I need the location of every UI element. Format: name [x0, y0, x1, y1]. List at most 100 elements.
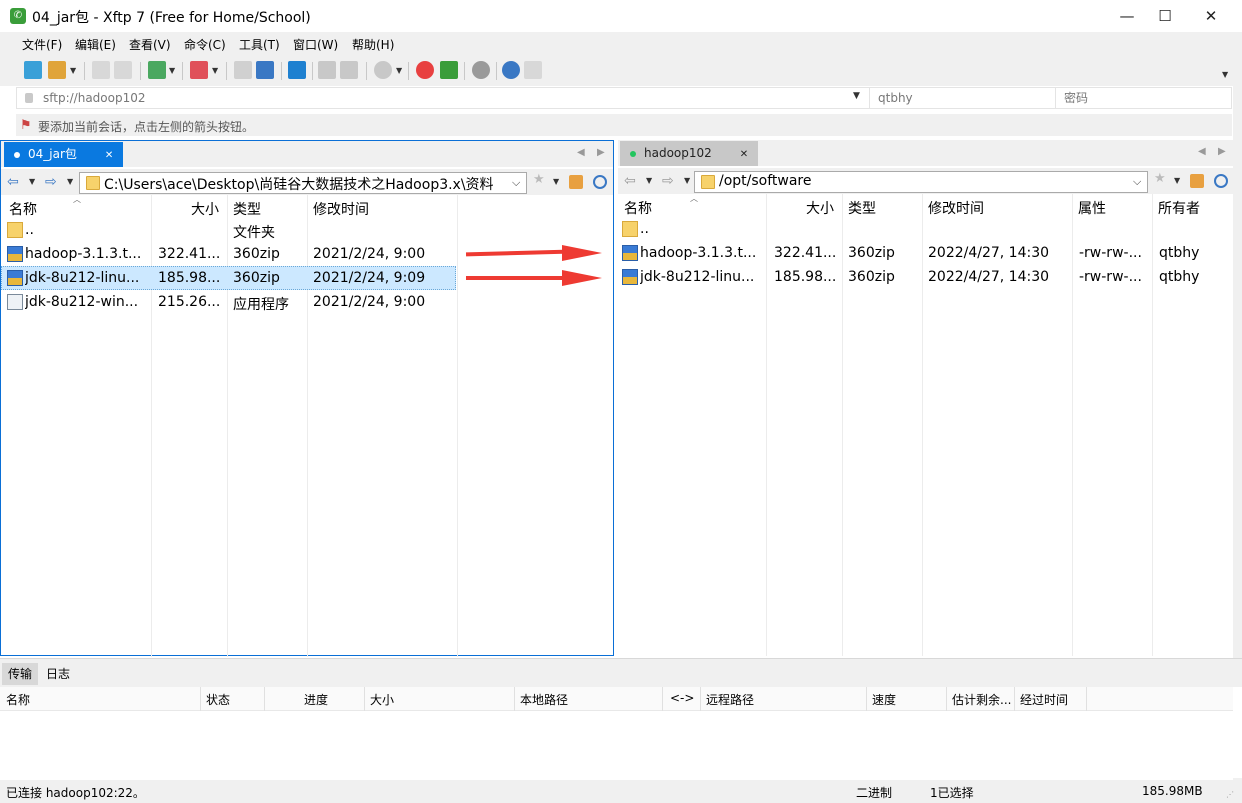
chevron-down-icon[interactable]: ▼	[553, 177, 559, 186]
menu-help[interactable]: 帮助(H)	[352, 36, 394, 53]
column-size[interactable]: 大小	[806, 198, 834, 218]
xshell-icon[interactable]	[416, 61, 434, 79]
chevron-down-icon[interactable]: ▼	[684, 176, 690, 185]
chevron-down-icon[interactable]: ▼	[29, 177, 35, 186]
chevron-down-icon[interactable]: ▼	[70, 66, 76, 75]
open-folder-icon[interactable]	[48, 61, 66, 79]
new-session-icon[interactable]	[24, 61, 42, 79]
column-elapsed[interactable]: 经过时间	[1020, 691, 1068, 708]
column-attributes[interactable]: 属性	[1078, 198, 1106, 218]
column-divider[interactable]	[700, 687, 701, 711]
column-divider[interactable]	[946, 687, 947, 711]
chevron-down-icon[interactable]: ▼	[646, 176, 652, 185]
chevron-left-icon[interactable]: ◀	[1198, 146, 1206, 157]
address-input[interactable]: sftp://hadoop102	[17, 88, 869, 108]
chevron-right-icon[interactable]: ▶	[597, 147, 605, 158]
close-icon[interactable]: ✕	[740, 149, 748, 160]
table-row[interactable]: jdk-8u212-linu... 185.98... 360zip 2021/…	[1, 266, 456, 290]
chevron-down-icon[interactable]: ⌵	[1133, 175, 1141, 189]
column-remote-path[interactable]: 远程路径	[706, 691, 754, 708]
menu-tools[interactable]: 工具(T)	[239, 36, 280, 53]
transfer-mode[interactable]: 二进制	[856, 784, 892, 801]
column-modified[interactable]: 修改时间	[928, 198, 984, 218]
copy-icon[interactable]	[318, 61, 336, 79]
path-input[interactable]: /opt/software ⌵	[694, 171, 1148, 193]
column-modified[interactable]: 修改时间	[313, 199, 369, 219]
chevron-down-icon[interactable]: ⌵	[512, 176, 520, 190]
link-icon[interactable]	[92, 61, 110, 79]
home-icon[interactable]	[569, 175, 583, 189]
star-icon[interactable]: ★	[533, 172, 547, 187]
table-row[interactable]: ..	[618, 217, 1242, 241]
chevron-right-icon[interactable]: ▶	[1218, 146, 1226, 157]
column-size[interactable]: 大小	[191, 199, 219, 219]
refresh-icon[interactable]	[1214, 174, 1228, 188]
chevron-down-icon[interactable]: ▼	[212, 66, 218, 75]
column-divider[interactable]	[200, 687, 201, 711]
tab-local[interactable]: 04_jar包 ✕	[4, 142, 124, 167]
column-divider[interactable]	[1014, 687, 1015, 711]
menu-window[interactable]: 窗口(W)	[293, 36, 338, 53]
path-input[interactable]: C:\Users\ace\Desktop\尚硅谷大数据技术之Hadoop3.x\…	[79, 172, 527, 194]
table-row[interactable]: jdk-8u212-win... 215.26... 应用程序 2021/2/2…	[1, 290, 613, 314]
tab-log[interactable]: 日志	[40, 663, 76, 685]
sync-arrows-icon[interactable]	[288, 61, 306, 79]
close-icon[interactable]: ✕	[105, 150, 113, 161]
forward-icon[interactable]: ⇨	[662, 173, 674, 189]
column-speed[interactable]: 速度	[872, 691, 896, 708]
column-direction[interactable]: <->	[670, 691, 694, 705]
column-size[interactable]: 大小	[370, 691, 394, 708]
username-input[interactable]: qtbhy	[869, 88, 1055, 108]
column-divider[interactable]	[514, 687, 515, 711]
column-name[interactable]: 名称	[9, 199, 37, 219]
maximize-button[interactable]: ☐	[1142, 0, 1188, 32]
menu-command[interactable]: 命令(C)	[184, 36, 226, 53]
chevron-down-icon[interactable]: ▼	[169, 66, 175, 75]
new-window-icon[interactable]	[148, 61, 166, 79]
chevron-down-icon[interactable]: ▼	[1174, 176, 1180, 185]
star-icon[interactable]: ★	[1154, 171, 1168, 186]
table-row[interactable]: jdk-8u212-linu... 185.98... 360zip 2022/…	[618, 265, 1242, 289]
column-status[interactable]: 状态	[206, 691, 230, 708]
column-divider[interactable]	[866, 687, 867, 711]
back-icon[interactable]: ⇦	[7, 174, 19, 190]
column-progress[interactable]: 进度	[304, 691, 328, 708]
menu-file[interactable]: 文件(F)	[22, 36, 62, 53]
file-icon[interactable]	[234, 61, 252, 79]
close-button[interactable]: ✕	[1188, 0, 1234, 32]
column-divider[interactable]	[662, 687, 663, 711]
chevron-left-icon[interactable]: ◀	[577, 147, 585, 158]
chat-icon[interactable]	[524, 61, 542, 79]
password-input[interactable]: 密码	[1055, 88, 1231, 108]
tab-transfer[interactable]: 传输	[2, 663, 39, 685]
column-type[interactable]: 类型	[233, 199, 261, 219]
help-icon[interactable]	[502, 61, 520, 79]
menu-edit[interactable]: 编辑(E)	[75, 36, 116, 53]
column-owner[interactable]: 所有者	[1158, 198, 1200, 218]
table-row[interactable]: .. 文件夹	[1, 218, 613, 242]
table-row[interactable]: hadoop-3.1.3.t... 322.41... 360zip 2022/…	[618, 241, 1242, 265]
chevron-down-icon[interactable]: ▼	[396, 66, 402, 75]
menu-view[interactable]: 查看(V)	[129, 36, 171, 53]
resize-grip-icon[interactable]: ⋰	[1226, 790, 1234, 799]
chevron-down-icon[interactable]: ▼	[67, 177, 73, 186]
column-divider[interactable]	[264, 687, 265, 711]
column-name[interactable]: 名称	[6, 691, 30, 708]
terminal-icon[interactable]	[190, 61, 208, 79]
xftp-icon[interactable]	[440, 61, 458, 79]
home-icon[interactable]	[1190, 174, 1204, 188]
chevron-down-icon[interactable]: ▼	[853, 91, 860, 101]
column-local-path[interactable]: 本地路径	[520, 691, 568, 708]
gear-icon[interactable]	[472, 61, 490, 79]
import-icon[interactable]	[256, 61, 274, 79]
back-icon[interactable]: ⇦	[624, 173, 636, 189]
chevron-down-icon[interactable]: ▼	[1222, 70, 1228, 79]
paste-icon[interactable]	[340, 61, 358, 79]
column-name[interactable]: 名称	[624, 198, 652, 218]
column-eta[interactable]: 估计剩余...	[952, 691, 1011, 708]
unlink-icon[interactable]	[114, 61, 132, 79]
tab-remote[interactable]: hadoop102 ✕	[620, 141, 759, 166]
column-divider[interactable]	[1086, 687, 1087, 711]
refresh-icon[interactable]	[593, 175, 607, 189]
circle-icon[interactable]	[374, 61, 392, 79]
